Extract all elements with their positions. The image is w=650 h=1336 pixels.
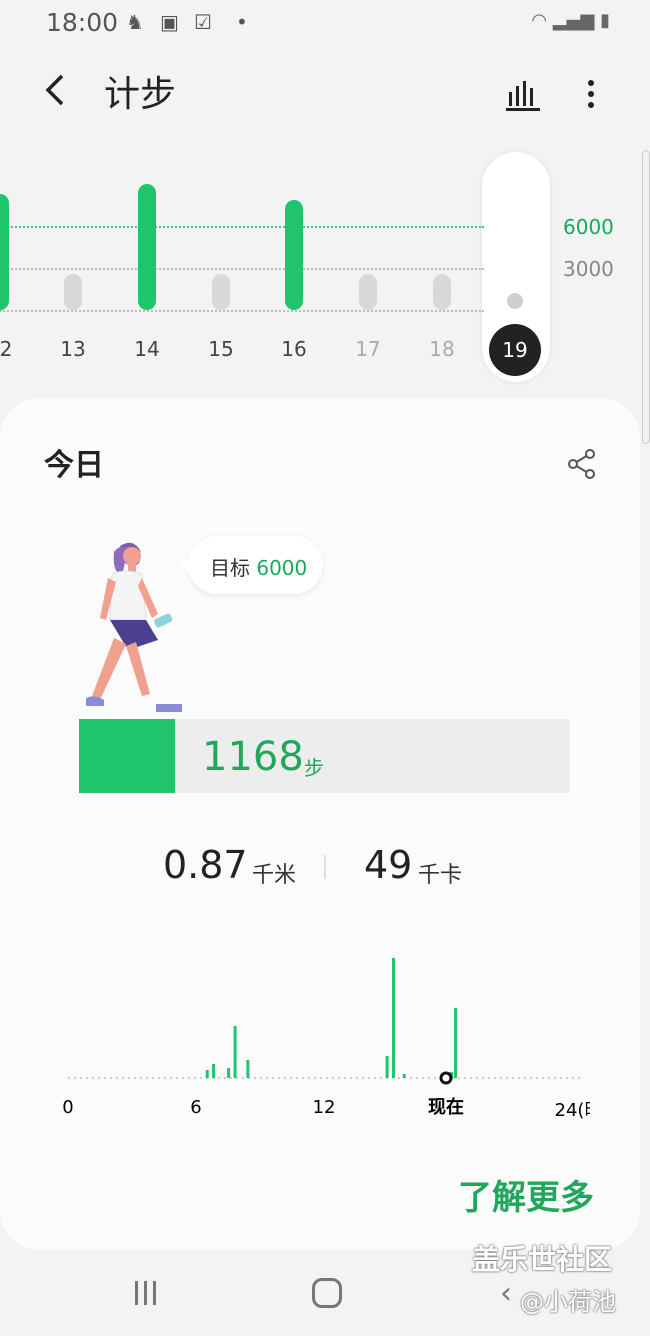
nav-back-icon: ‹ [500, 1276, 512, 1311]
home-button[interactable] [312, 1278, 342, 1308]
watermark-line1: 盖乐世社区 [472, 1243, 613, 1276]
recent-apps-button[interactable] [132, 1280, 160, 1306]
calories-unit: 千卡 [418, 863, 463, 888]
more-vert-icon [588, 80, 594, 108]
weekly-bar-15[interactable] [212, 274, 230, 310]
stats-separator [324, 855, 326, 879]
tick-12: 12 [313, 1097, 336, 1118]
goal-value: 6000 [256, 556, 308, 580]
day-label-19[interactable]: 19 [489, 324, 541, 376]
day-label-18[interactable]: 18 [422, 337, 462, 361]
watermark-line2: @小荷池 [520, 1288, 616, 1316]
y-label-mid: 3000 [563, 257, 614, 281]
goal-prefix: 目标 [210, 556, 250, 580]
hourly-bar [402, 1074, 406, 1078]
hourly-bar [454, 1008, 458, 1078]
notification-icon: ♞ [126, 10, 144, 34]
tick-0: 0 [62, 1097, 73, 1118]
battery-icon: ▮ [600, 10, 610, 31]
goal-line [0, 226, 484, 228]
steps-progress-fill [79, 719, 175, 793]
bar-chart-icon [506, 81, 540, 111]
distance-unit: 千米 [252, 863, 297, 888]
weekly-bar-18[interactable] [433, 274, 451, 310]
day-label-2[interactable]: 2 [0, 337, 26, 361]
distance-value: 0.87 [163, 843, 248, 887]
hourly-bar [233, 1026, 237, 1078]
share-button[interactable] [566, 448, 598, 480]
now-marker [439, 1071, 453, 1085]
page-title: 计步 [104, 74, 177, 115]
grid-line-0 [0, 310, 484, 312]
card-title: 今日 [44, 448, 104, 483]
hourly-bar [212, 1064, 216, 1078]
signal-icon: ▂▄▆ [552, 10, 595, 31]
hourly-bar [205, 1070, 209, 1078]
hourly-steps-chart: 0 6 12 现在 24(时) [62, 958, 590, 1121]
stats-button[interactable] [506, 78, 540, 112]
check-icon: ☑ [194, 10, 212, 34]
wifi-icon: ◠ [531, 10, 548, 31]
hourly-bar [385, 1056, 389, 1078]
weekly-bar-14[interactable] [138, 184, 156, 310]
tick-now: 现在 [428, 1096, 464, 1118]
day-label-17[interactable]: 17 [348, 337, 388, 361]
status-time: 18:00 [46, 8, 119, 37]
back-button[interactable] [40, 70, 80, 120]
more-button[interactable] [582, 78, 600, 112]
nav-back-button[interactable]: ‹ [500, 1276, 512, 1311]
back-arrow-icon [45, 74, 64, 106]
y-label-goal: 6000 [563, 215, 614, 239]
weekly-bar-2[interactable] [0, 194, 9, 310]
hourly-bar [227, 1068, 231, 1078]
status-right-icons: ◠ ▂▄▆ ▮ [531, 10, 610, 31]
image-icon: ▣ [160, 10, 179, 34]
weekly-bar-17[interactable] [359, 274, 377, 310]
day-label-15[interactable]: 15 [201, 337, 241, 361]
hourly-bar [392, 958, 395, 1078]
weekly-bar-16[interactable] [285, 200, 303, 310]
goal-text: 目标 6000 [210, 552, 307, 581]
share-icon [568, 449, 595, 479]
weekly-bar-13[interactable] [64, 274, 82, 310]
recent-apps-icon [135, 1281, 156, 1305]
learn-more-link[interactable]: 了解更多 [458, 1170, 594, 1219]
hourly-bar [246, 1060, 250, 1078]
scrollbar[interactable] [642, 150, 650, 444]
day-label-16[interactable]: 16 [274, 337, 314, 361]
day-label-13[interactable]: 13 [53, 337, 93, 361]
weekly-bar-19[interactable] [507, 293, 523, 309]
steps-count: 1168 [202, 734, 304, 780]
day-label-14[interactable]: 14 [127, 337, 167, 361]
grid-line-3000 [0, 268, 484, 270]
tick-24: 24(时) [555, 1100, 590, 1121]
tick-6: 6 [190, 1097, 201, 1118]
calories-value: 49 [364, 843, 413, 887]
bubble-tail [178, 556, 192, 576]
steps-unit: 步 [304, 756, 324, 780]
dot-icon: • [236, 10, 248, 34]
